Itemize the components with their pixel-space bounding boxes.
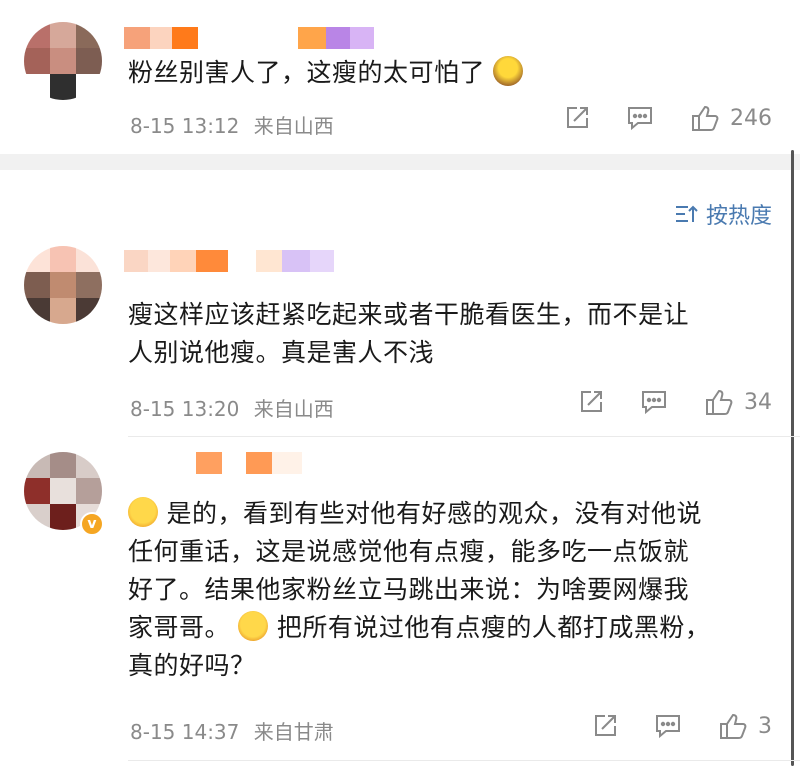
thinking-emoji-icon [238,611,269,641]
comment-button[interactable] [654,713,682,739]
like-count: 246 [730,105,772,131]
comment-1: 粉丝别害人了，这瘦的太可怕了 8-15 13:12 来自山西 246 [0,0,800,154]
bulb-emoji-icon [493,56,524,86]
username[interactable] [124,250,334,272]
comment-actions: 34 [578,388,772,416]
location: 来自山西 [253,397,334,421]
comment-text: 瘦这样应该赶紧吃起来或者干脆看医生，而不是让 人别说他瘦。真是害人不浅 [128,300,690,367]
comment-meta: 8-15 14:37 来自甘肃 [130,716,334,745]
thumbs-up-icon [692,105,719,131]
username[interactable] [124,27,374,49]
like-count: 3 [758,713,772,739]
timestamp: 8-15 14:37 [130,720,240,744]
crying-laughing-emoji-icon [128,497,158,527]
timestamp: 8-15 13:12 [130,114,240,138]
username[interactable] [160,452,302,474]
repost-icon [567,107,588,128]
section-divider [0,154,800,170]
repost-icon [581,391,602,412]
comment-icon [656,715,680,739]
comment-button[interactable] [640,389,668,415]
scrollbar[interactable] [791,150,794,766]
thumbs-up-icon [720,713,747,739]
like-button[interactable]: 246 [690,104,772,132]
sort-icon [675,205,698,222]
like-button[interactable]: 3 [718,712,772,740]
comment-button[interactable] [626,105,654,131]
comment-text: 粉丝别害人了，这瘦的太可怕了 [128,54,772,92]
sort-toggle[interactable]: 按热度 [674,198,772,230]
verified-badge-icon: v [80,512,104,536]
comment-actions: 246 [564,104,772,132]
comment-divider [128,760,800,761]
like-button[interactable]: 34 [704,388,772,416]
sort-label: 按热度 [705,204,772,229]
like-count: 34 [744,389,772,415]
comment-text: 是的，看到有些对他有好感的观众，没有对他说 任何重话，这是说感觉他有点瘦，能多吃… [128,497,711,680]
comment-meta: 8-15 13:12 来自山西 [130,110,334,139]
avatar[interactable] [24,246,102,324]
avatar[interactable] [24,22,102,100]
timestamp: 8-15 13:20 [130,397,240,421]
repost-button[interactable] [592,713,618,739]
thumbs-up-icon [706,389,733,415]
repost-icon [595,715,616,736]
repost-button[interactable] [578,389,604,415]
repost-button[interactable] [564,105,590,131]
location: 来自山西 [253,114,334,138]
comment-actions: 3 [592,712,772,740]
comment-icon [642,391,666,415]
comment-icon [628,107,652,131]
comment-divider [128,436,800,437]
comment-meta: 8-15 13:20 来自山西 [130,393,334,422]
location: 来自甘肃 [253,720,334,744]
